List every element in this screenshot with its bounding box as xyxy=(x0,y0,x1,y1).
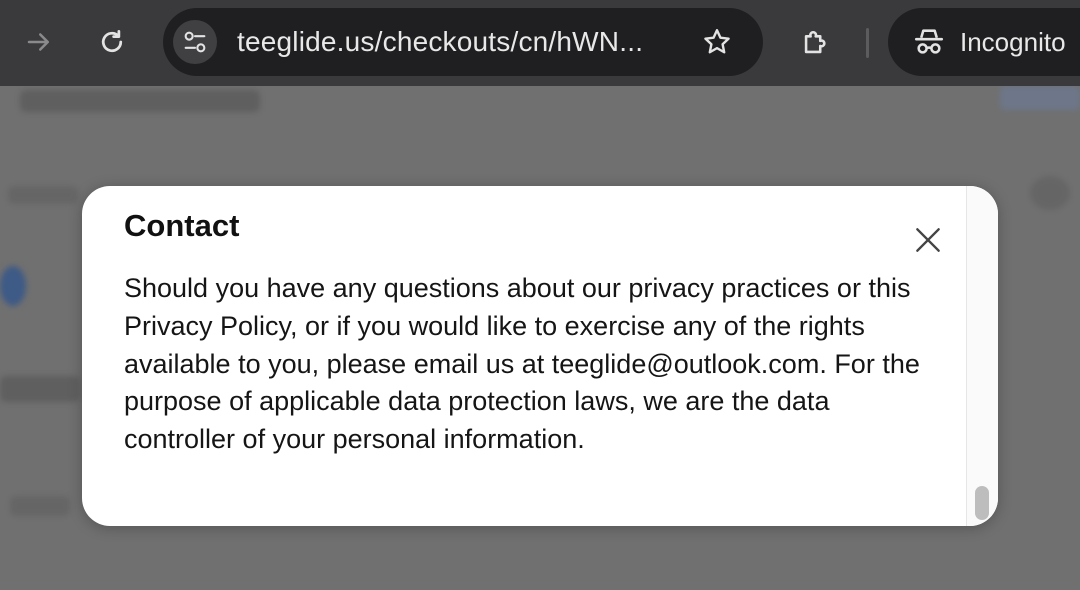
close-button[interactable] xyxy=(908,220,948,260)
forward-button[interactable] xyxy=(15,18,63,66)
browser-toolbar: teeglide.us/checkouts/cn/hWN... Incognit… xyxy=(0,0,1080,86)
star-icon xyxy=(704,29,730,54)
blurred-page-content xyxy=(20,90,260,112)
incognito-label: Incognito xyxy=(960,27,1066,57)
bookmark-button[interactable] xyxy=(699,24,735,60)
blurred-page-content xyxy=(1000,86,1080,110)
incognito-icon xyxy=(914,29,944,54)
blurred-page-content xyxy=(1030,176,1070,210)
site-info-button[interactable] xyxy=(173,20,217,64)
reload-button[interactable] xyxy=(88,18,136,66)
blurred-page-content xyxy=(0,266,26,306)
reload-icon xyxy=(101,30,123,53)
extensions-button[interactable] xyxy=(792,18,840,66)
puzzle-icon xyxy=(804,31,826,54)
modal-scrollbar[interactable] xyxy=(966,186,998,526)
tune-icon xyxy=(184,31,206,53)
arrow-right-icon xyxy=(27,33,49,51)
scrollbar-thumb[interactable] xyxy=(975,486,989,520)
privacy-policy-modal: Contact Should you have any questions ab… xyxy=(82,186,998,526)
blurred-page-content xyxy=(10,496,70,516)
incognito-profile-button[interactable]: Incognito xyxy=(888,8,1080,76)
address-bar[interactable]: teeglide.us/checkouts/cn/hWN... xyxy=(163,8,763,76)
url-text[interactable]: teeglide.us/checkouts/cn/hWN... xyxy=(237,8,643,76)
close-icon xyxy=(916,228,940,252)
contact-paragraph: Should you have any questions about our … xyxy=(124,273,920,455)
blurred-page-content xyxy=(0,376,80,402)
blurred-page-content xyxy=(8,186,78,204)
toolbar-divider xyxy=(866,28,869,58)
section-heading: Contact xyxy=(124,208,240,243)
